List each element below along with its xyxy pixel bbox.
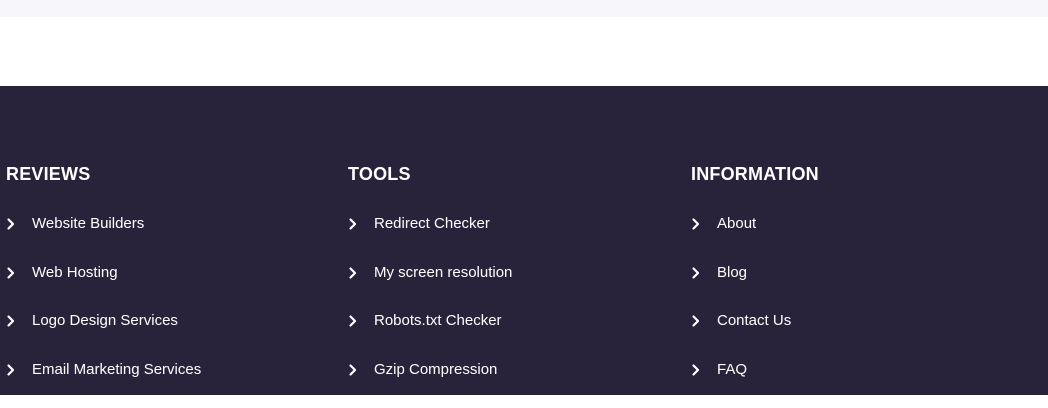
chevron-right-icon <box>348 216 358 232</box>
footer-link-label: Website Builders <box>32 214 144 234</box>
footer-link-label: Logo Design Services <box>32 311 178 331</box>
footer-link-label: Contact Us <box>717 311 791 331</box>
footer-link-label: Blog <box>717 263 747 283</box>
footer-link-logo-design-services[interactable]: Logo Design Services <box>6 311 201 360</box>
footer-link-faq[interactable]: FAQ <box>691 360 791 408</box>
footer-link-about[interactable]: About <box>691 214 791 263</box>
chevron-right-icon <box>348 313 358 329</box>
chevron-right-icon <box>6 313 16 329</box>
content-spacer <box>0 17 1048 86</box>
top-strip <box>0 0 1048 17</box>
chevron-right-icon <box>348 265 358 281</box>
footer-link-blog[interactable]: Blog <box>691 263 791 312</box>
chevron-right-icon <box>6 362 16 378</box>
footer-heading-tools: TOOLS <box>348 164 411 185</box>
footer-link-redirect-checker[interactable]: Redirect Checker <box>348 214 512 263</box>
chevron-right-icon <box>691 362 701 378</box>
footer-link-my-screen-resolution[interactable]: My screen resolution <box>348 263 512 312</box>
chevron-right-icon <box>691 265 701 281</box>
footer-link-web-hosting[interactable]: Web Hosting <box>6 263 201 312</box>
chevron-right-icon <box>691 313 701 329</box>
footer-links-tools: Redirect Checker My screen resolution Ro… <box>348 214 512 408</box>
footer-link-label: About <box>717 214 756 234</box>
footer-link-label: Robots.txt Checker <box>374 311 502 331</box>
footer-link-label: Email Marketing Services <box>32 360 201 380</box>
footer-link-label: Redirect Checker <box>374 214 490 234</box>
footer-link-contact-us[interactable]: Contact Us <box>691 311 791 360</box>
footer-links-reviews: Website Builders Web Hosting Logo Design… <box>6 214 201 408</box>
footer-link-label: Web Hosting <box>32 263 118 283</box>
footer-link-label: Gzip Compression <box>374 360 497 380</box>
footer-heading-information: INFORMATION <box>691 164 819 185</box>
footer-link-website-builders[interactable]: Website Builders <box>6 214 201 263</box>
chevron-right-icon <box>348 362 358 378</box>
footer-link-gzip-compression[interactable]: Gzip Compression <box>348 360 512 408</box>
chevron-right-icon <box>6 265 16 281</box>
chevron-right-icon <box>691 216 701 232</box>
footer-link-label: My screen resolution <box>374 263 512 283</box>
footer-links-information: About Blog Contact Us FAQ <box>691 214 791 408</box>
site-footer: REVIEWS Website Builders Web Hosting Log… <box>0 86 1048 395</box>
footer-link-label: FAQ <box>717 360 747 380</box>
footer-heading-reviews: REVIEWS <box>6 164 90 185</box>
chevron-right-icon <box>6 216 16 232</box>
footer-link-robots-txt-checker[interactable]: Robots.txt Checker <box>348 311 512 360</box>
footer-link-email-marketing-services[interactable]: Email Marketing Services <box>6 360 201 408</box>
